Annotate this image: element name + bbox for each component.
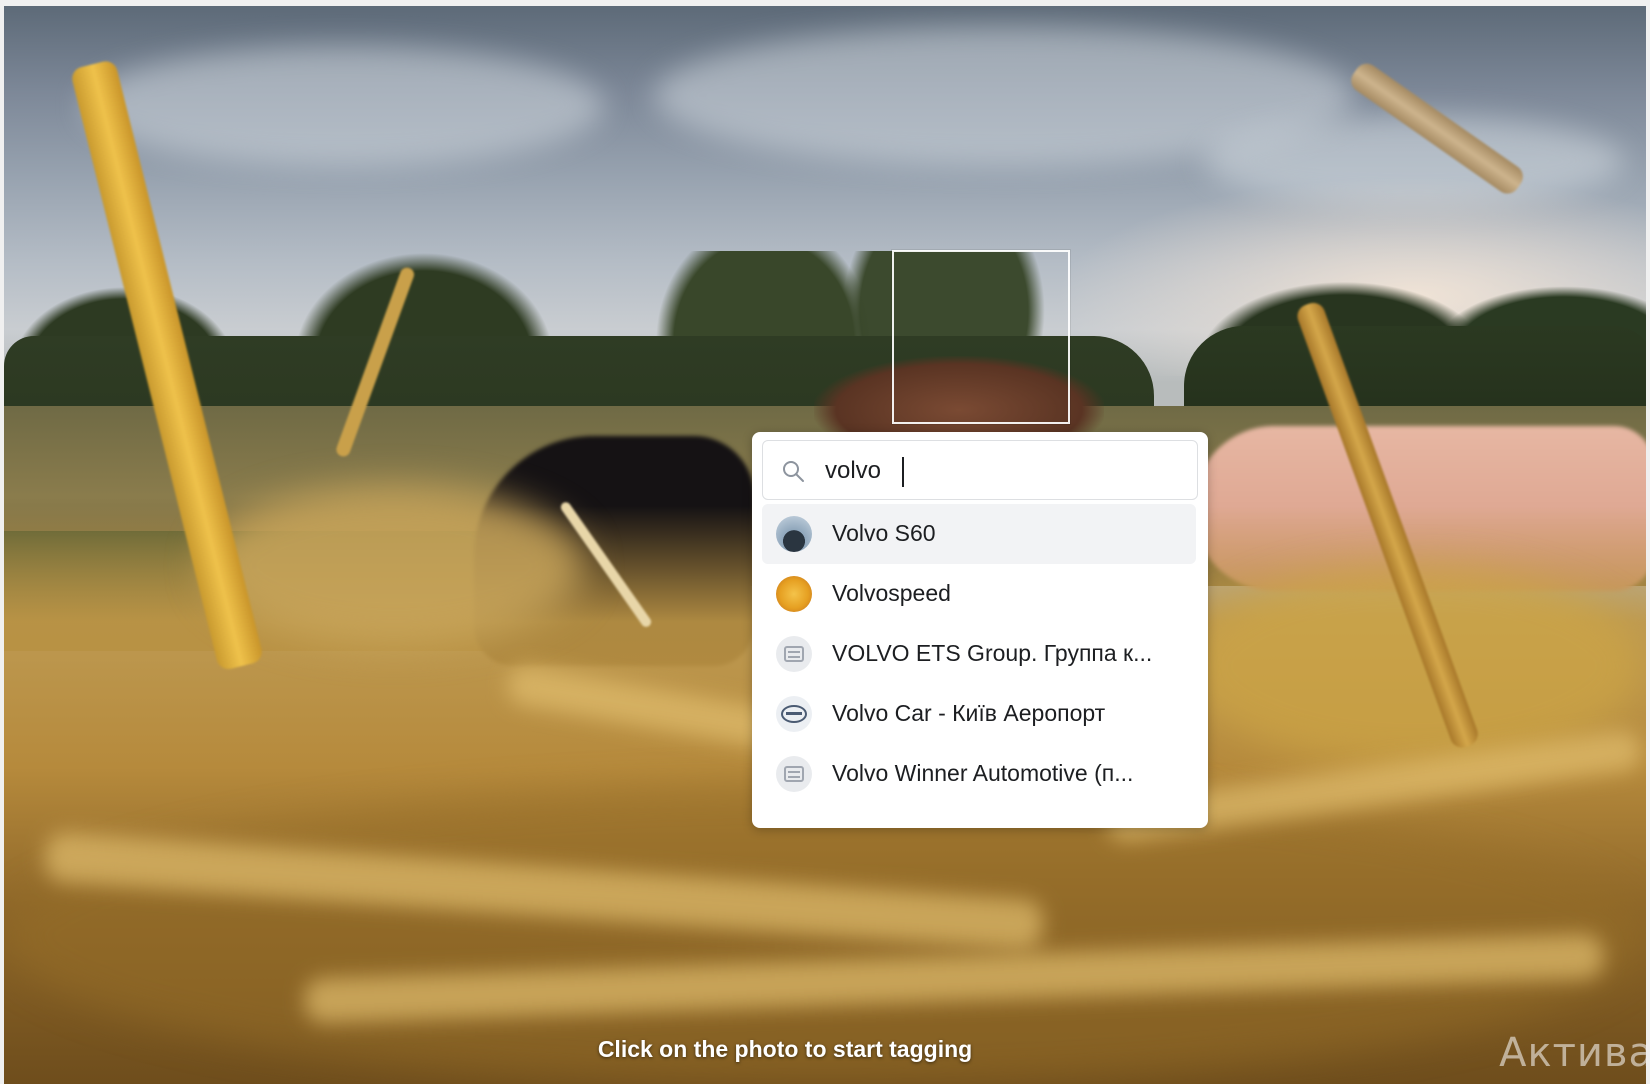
- photo[interactable]: Volvo S60 Volvospeed VOLVO ETS Group. Гр…: [4, 6, 1646, 1084]
- tagging-hint: Click on the photo to start tagging: [4, 1036, 1646, 1063]
- photo-viewer[interactable]: Volvo S60 Volvospeed VOLVO ETS Group. Гр…: [4, 6, 1646, 1084]
- suggestion-item[interactable]: Volvo Car - Київ Аеропорт: [762, 684, 1196, 744]
- tag-search-box[interactable]: [762, 440, 1198, 500]
- tagging-hint-text: Click on the photo to start tagging: [597, 1036, 973, 1062]
- suggestion-label: Volvo Car - Київ Аеропорт: [832, 700, 1106, 726]
- car-photo-avatar: [776, 516, 812, 552]
- suggestion-item[interactable]: VOLVO ETS Group. Группа к...: [762, 624, 1196, 684]
- volvo-logo-avatar: [776, 696, 812, 732]
- suggestion-label: VOLVO ETS Group. Группа к...: [832, 640, 1153, 666]
- speed-logo-avatar: [776, 576, 812, 612]
- suggestion-label: Volvospeed: [832, 580, 951, 606]
- tag-search-input[interactable]: [823, 451, 1187, 491]
- suggestion-label: Volvo S60: [832, 520, 936, 546]
- activation-watermark: Актива: [1499, 1030, 1646, 1076]
- tag-selection-box[interactable]: [892, 250, 1070, 424]
- suggestion-item[interactable]: Volvo S60: [762, 504, 1196, 564]
- suggestion-item[interactable]: Volvo Winner Automotive (п...: [762, 744, 1196, 804]
- suggestion-label: Volvo Winner Automotive (п...: [832, 760, 1134, 786]
- tag-search-popup: Volvo S60 Volvospeed VOLVO ETS Group. Гр…: [752, 432, 1208, 828]
- text-caret: [902, 457, 904, 487]
- page-icon: [776, 756, 812, 792]
- search-icon: [783, 461, 804, 482]
- suggestion-item[interactable]: Volvospeed: [762, 564, 1196, 624]
- page-icon: [776, 636, 812, 672]
